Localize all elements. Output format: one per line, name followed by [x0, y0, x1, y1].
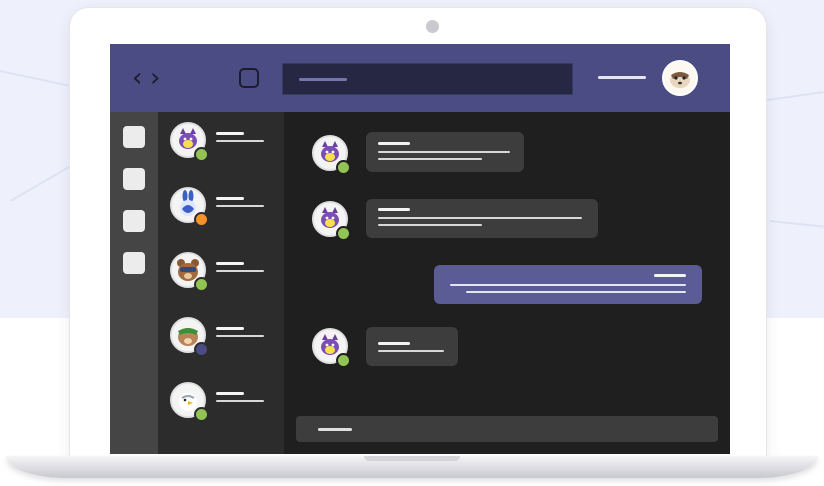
contact-preview-line	[216, 205, 264, 207]
webcam-icon	[426, 20, 439, 33]
chevron-right-icon[interactable]: ›	[150, 60, 160, 96]
status-available-icon	[336, 353, 351, 368]
message-text-line	[378, 350, 444, 352]
message-bubble[interactable]	[366, 132, 524, 172]
sender-name-line	[378, 342, 410, 345]
contact-preview-line	[216, 400, 264, 402]
rail-item-4[interactable]	[123, 252, 145, 274]
message-bubble[interactable]	[366, 327, 458, 366]
message-text-line	[378, 158, 482, 160]
message-text-line	[378, 151, 510, 153]
square-icon[interactable]	[239, 68, 259, 88]
contact-name-line	[216, 262, 244, 265]
status-available-icon	[194, 147, 209, 162]
compose-placeholder-line	[318, 428, 352, 431]
status-available-icon	[194, 277, 209, 292]
rail-item-2[interactable]	[123, 168, 145, 190]
message-text-line	[378, 224, 482, 226]
contact-name-line	[216, 197, 244, 200]
contact-name-line	[216, 392, 244, 395]
search-input[interactable]	[282, 63, 573, 95]
decor-line	[10, 165, 72, 202]
chat-list	[158, 112, 284, 454]
rail-item-3[interactable]	[123, 210, 145, 232]
sender-name-line	[378, 142, 410, 145]
message-text-line	[466, 291, 686, 293]
status-available-icon	[194, 407, 209, 422]
decor-line	[760, 91, 824, 102]
message-text-line	[378, 217, 582, 219]
sender-name-line	[378, 208, 410, 211]
message-text-line	[450, 284, 686, 286]
laptop-hinge-notch	[364, 456, 460, 461]
user-avatar[interactable]	[662, 60, 698, 96]
app-rail	[110, 112, 158, 454]
rail-item-1[interactable]	[123, 126, 145, 148]
status-offline-icon	[194, 342, 209, 357]
contact-preview-line	[216, 270, 264, 272]
contact-name-line	[216, 132, 244, 135]
chevron-left-icon[interactable]: ‹	[132, 60, 142, 96]
contact-preview-line	[216, 140, 264, 142]
search-placeholder-line	[299, 78, 347, 81]
status-available-icon	[336, 226, 351, 241]
decor-line	[769, 220, 824, 228]
app-window: ‹ ›	[110, 44, 730, 454]
status-available-icon	[336, 160, 351, 175]
status-away-icon	[194, 212, 209, 227]
contact-name-line	[216, 327, 244, 330]
timestamp-line	[654, 274, 686, 277]
message-bubble[interactable]	[434, 265, 702, 304]
top-bar: ‹ ›	[110, 44, 730, 112]
user-name-line	[598, 76, 646, 79]
contact-preview-line	[216, 335, 264, 337]
message-bubble[interactable]	[366, 199, 598, 238]
raccoon-mascot-icon	[670, 72, 690, 88]
message-compose-box[interactable]	[296, 416, 718, 442]
